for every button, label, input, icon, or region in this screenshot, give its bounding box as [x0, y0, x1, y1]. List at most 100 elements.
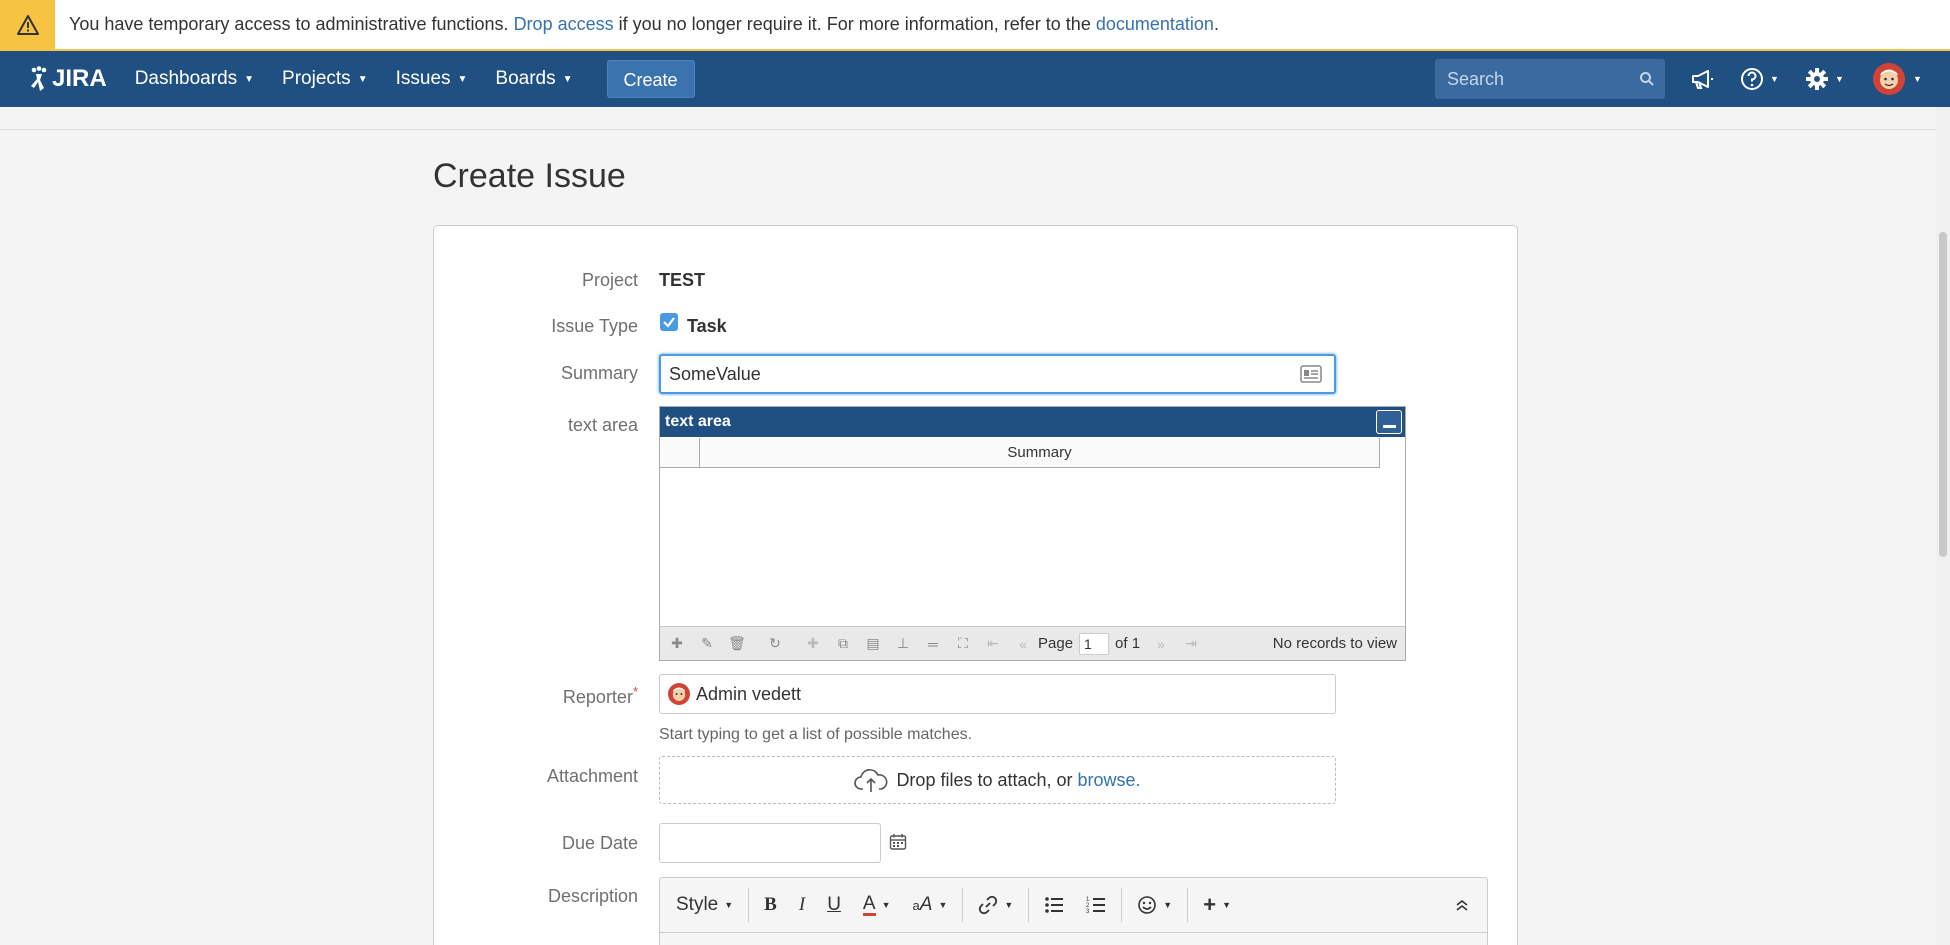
- text-area-grid: text area Summary ✚ ✎ 🗑 ↻ ✚ ⧉ ▤ ⊥ ═ ⛶ ⇤ …: [659, 406, 1406, 661]
- chevron-down-icon: ▼: [1004, 900, 1014, 910]
- bullet-list-icon: [1045, 897, 1064, 913]
- drop-access-link[interactable]: Drop access: [514, 14, 614, 34]
- avatar: [1873, 63, 1905, 95]
- due-date-input[interactable]: [659, 823, 881, 863]
- first-page-icon[interactable]: ⇤: [978, 635, 1008, 652]
- description-label: Description: [547, 886, 638, 906]
- collapse-button[interactable]: [1376, 410, 1402, 434]
- bold-button[interactable]: B: [753, 894, 788, 916]
- smiley-icon: [1138, 896, 1157, 914]
- emoticon-button[interactable]: ▼: [1126, 895, 1183, 915]
- description-editor: Style ▼ B I U A ▼ a A ▼ ▼ 123 ▼ + ▼: [659, 877, 1488, 945]
- add-icon[interactable]: ✚: [662, 635, 692, 652]
- numbered-list-icon: 123: [1086, 897, 1106, 914]
- paste-icon[interactable]: ▤: [858, 635, 888, 652]
- grid-pager: ✚ ✎ 🗑 ↻ ✚ ⧉ ▤ ⊥ ═ ⛶ ⇤ « Page 1 of 1 » ⇥ …: [660, 626, 1405, 660]
- search-placeholder: Search: [1447, 68, 1505, 89]
- add-row-icon[interactable]: ✚: [798, 635, 828, 652]
- announcement-icon[interactable]: [1690, 51, 1714, 107]
- stamp-icon[interactable]: ⊥: [888, 635, 918, 652]
- editor-toolbar: Style ▼ B I U A ▼ a A ▼ ▼ 123 ▼ + ▼: [660, 878, 1487, 933]
- nav-projects[interactable]: Projects ▼: [282, 68, 368, 90]
- help-icon[interactable]: ▼: [1740, 51, 1779, 107]
- nav-boards-label: Boards: [495, 68, 556, 89]
- attachment-dropzone[interactable]: Drop files to attach, or browse.: [659, 756, 1336, 804]
- chevron-down-icon: ▼: [938, 900, 948, 910]
- toolbar-separator: [1028, 888, 1030, 922]
- avatar: [668, 683, 690, 705]
- banner-message: You have temporary access to administrat…: [69, 14, 1219, 35]
- banner-text-1: You have temporary access to administrat…: [69, 14, 514, 34]
- task-icon: [660, 313, 678, 331]
- attachment-label: Attachment: [546, 766, 638, 786]
- nav-issues[interactable]: Issues ▼: [396, 68, 468, 90]
- chevron-down-icon: ▼: [881, 900, 891, 910]
- prev-page-icon[interactable]: «: [1008, 636, 1038, 652]
- last-page-icon[interactable]: ⇥: [1176, 635, 1206, 652]
- project-label: Project: [581, 270, 638, 290]
- chevron-down-icon: ▼: [562, 73, 573, 85]
- text-color-dropdown[interactable]: ▼: [880, 900, 902, 910]
- numbered-list-button[interactable]: 123: [1075, 896, 1117, 914]
- page-scrollbar[interactable]: [1936, 107, 1950, 945]
- svg-text:3: 3: [1086, 909, 1090, 914]
- documentation-link[interactable]: documentation: [1096, 14, 1214, 34]
- edit-icon[interactable]: ✎: [692, 635, 722, 652]
- text-effects-button[interactable]: a A ▼: [902, 894, 959, 916]
- insert-more-button[interactable]: + ▼: [1192, 892, 1242, 918]
- text-style-icon: A: [919, 894, 933, 915]
- style-label: Style: [676, 894, 719, 915]
- reporter-hint: Start typing to get a list of possible m…: [659, 726, 973, 743]
- collapse-toolbar-button[interactable]: [1444, 898, 1487, 912]
- gear-icon[interactable]: ▼: [1805, 51, 1844, 107]
- next-page-icon[interactable]: »: [1146, 636, 1176, 652]
- underline-button[interactable]: U: [816, 894, 852, 916]
- chevron-down-icon: ▼: [1913, 74, 1922, 84]
- chevron-down-icon: ▼: [1163, 900, 1173, 910]
- browse-link[interactable]: browse.: [1078, 770, 1141, 791]
- fullscreen-icon[interactable]: ⛶: [948, 635, 978, 652]
- text-color-button[interactable]: A: [852, 894, 880, 916]
- link-button[interactable]: ▼: [967, 895, 1024, 915]
- style-dropdown[interactable]: Style ▼: [660, 894, 744, 916]
- nav-boards[interactable]: Boards ▼: [495, 68, 572, 90]
- grid-title: text area: [665, 413, 731, 430]
- no-records-text: No records to view: [1272, 635, 1397, 652]
- refresh-icon[interactable]: ↻: [760, 635, 790, 652]
- nav-dashboards[interactable]: Dashboards ▼: [135, 68, 254, 90]
- summary-input[interactable]: SomeValue: [659, 354, 1336, 394]
- divider: [0, 129, 1950, 130]
- reporter-value: Admin vedett: [696, 683, 802, 704]
- contact-card-icon: [1300, 365, 1322, 383]
- toolbar-separator: [962, 888, 964, 922]
- italic-button[interactable]: I: [788, 894, 816, 916]
- page-label: Page: [1038, 635, 1074, 652]
- jira-logo[interactable]: JIRA: [28, 65, 107, 93]
- nav-projects-label: Projects: [282, 68, 351, 89]
- chevron-down-icon: ▼: [1835, 74, 1844, 84]
- trash-icon[interactable]: 🗑: [722, 635, 752, 652]
- banner-text-2: if you no longer require it. For more in…: [613, 14, 1096, 34]
- copy-icon[interactable]: ⧉: [828, 635, 858, 652]
- create-button[interactable]: Create: [606, 60, 695, 98]
- reporter-label: Reporter*: [438, 684, 638, 708]
- reporter-input[interactable]: Admin vedett: [659, 674, 1336, 714]
- jira-logo-icon: [31, 66, 47, 91]
- issue-type-label: Issue Type: [551, 316, 638, 336]
- chevron-down-icon: ▼: [724, 900, 734, 910]
- separator-icon[interactable]: ═: [918, 636, 948, 652]
- grid-column-header: Summary: [660, 438, 1380, 468]
- calendar-icon[interactable]: [889, 833, 907, 856]
- grid-column-summary[interactable]: Summary: [700, 438, 1379, 467]
- banner-text-3: .: [1213, 14, 1219, 34]
- bullet-list-button[interactable]: [1033, 896, 1075, 914]
- chevron-down-icon: ▼: [1222, 900, 1231, 910]
- grid-row-number-column: [660, 438, 700, 467]
- attachment-text: Drop files to attach, or: [896, 769, 1073, 790]
- project-value: TEST: [659, 270, 706, 290]
- chevron-down-icon: ▼: [357, 73, 368, 85]
- page-number-input[interactable]: 1: [1079, 632, 1110, 655]
- scrollbar-thumb[interactable]: [1939, 232, 1947, 557]
- search-input[interactable]: Search: [1435, 59, 1665, 99]
- user-avatar-menu[interactable]: ▼: [1873, 51, 1922, 107]
